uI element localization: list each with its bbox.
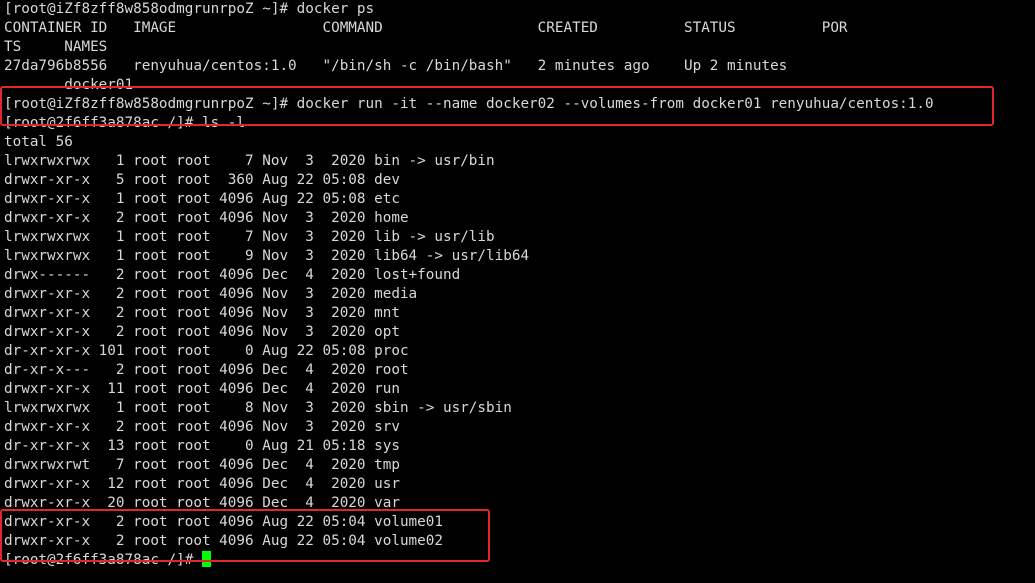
highlight-box-docker-run — [0, 86, 994, 126]
terminal-line: drwxr-xr-x 2 root root 4096 Nov 3 2020 m… — [4, 305, 400, 321]
terminal-line: total 56 — [4, 134, 73, 150]
terminal-line: lrwxrwxrwx 1 root root 8 Nov 3 2020 sbin… — [4, 400, 512, 416]
terminal-line: CONTAINER ID IMAGE COMMAND CREATED STATU… — [4, 20, 848, 36]
terminal-window[interactable]: [root@iZf8zff8w858odmgrunrpoZ ~]# docker… — [0, 0, 1035, 583]
terminal-line: dr-xr-x--- 2 root root 4096 Dec 4 2020 r… — [4, 362, 409, 378]
terminal-line: drwxr-xr-x 12 root root 4096 Dec 4 2020 … — [4, 476, 400, 492]
terminal-line: dr-xr-xr-x 13 root root 0 Aug 21 05:18 s… — [4, 438, 400, 454]
terminal-line: 27da796b8556 renyuhua/centos:1.0 "/bin/s… — [4, 58, 788, 74]
terminal-line: TS NAMES — [4, 39, 108, 55]
terminal-line: drwxr-xr-x 11 root root 4096 Dec 4 2020 … — [4, 381, 400, 397]
terminal-line: [root@iZf8zff8w858odmgrunrpoZ ~]# docker… — [4, 1, 375, 17]
terminal-line: drwxr-xr-x 2 root root 4096 Nov 3 2020 s… — [4, 419, 400, 435]
terminal-line: drwxr-xr-x 2 root root 4096 Nov 3 2020 o… — [4, 324, 400, 340]
terminal-line: drwxr-xr-x 2 root root 4096 Nov 3 2020 h… — [4, 210, 409, 226]
terminal-line: drwxrwxrwt 7 root root 4096 Dec 4 2020 t… — [4, 457, 400, 473]
terminal-line: lrwxrwxrwx 1 root root 7 Nov 3 2020 lib … — [4, 229, 495, 245]
terminal-line: drwxr-xr-x 5 root root 360 Aug 22 05:08 … — [4, 172, 400, 188]
terminal-line: dr-xr-xr-x 101 root root 0 Aug 22 05:08 … — [4, 343, 409, 359]
terminal-line: drwxr-xr-x 2 root root 4096 Nov 3 2020 m… — [4, 286, 418, 302]
terminal-line: lrwxrwxrwx 1 root root 7 Nov 3 2020 bin … — [4, 153, 495, 169]
terminal-line: lrwxrwxrwx 1 root root 9 Nov 3 2020 lib6… — [4, 248, 530, 264]
terminal-line: drwx------ 2 root root 4096 Dec 4 2020 l… — [4, 267, 461, 283]
highlight-box-volumes — [0, 509, 490, 562]
terminal-line: drwxr-xr-x 1 root root 4096 Aug 22 05:08… — [4, 191, 400, 207]
